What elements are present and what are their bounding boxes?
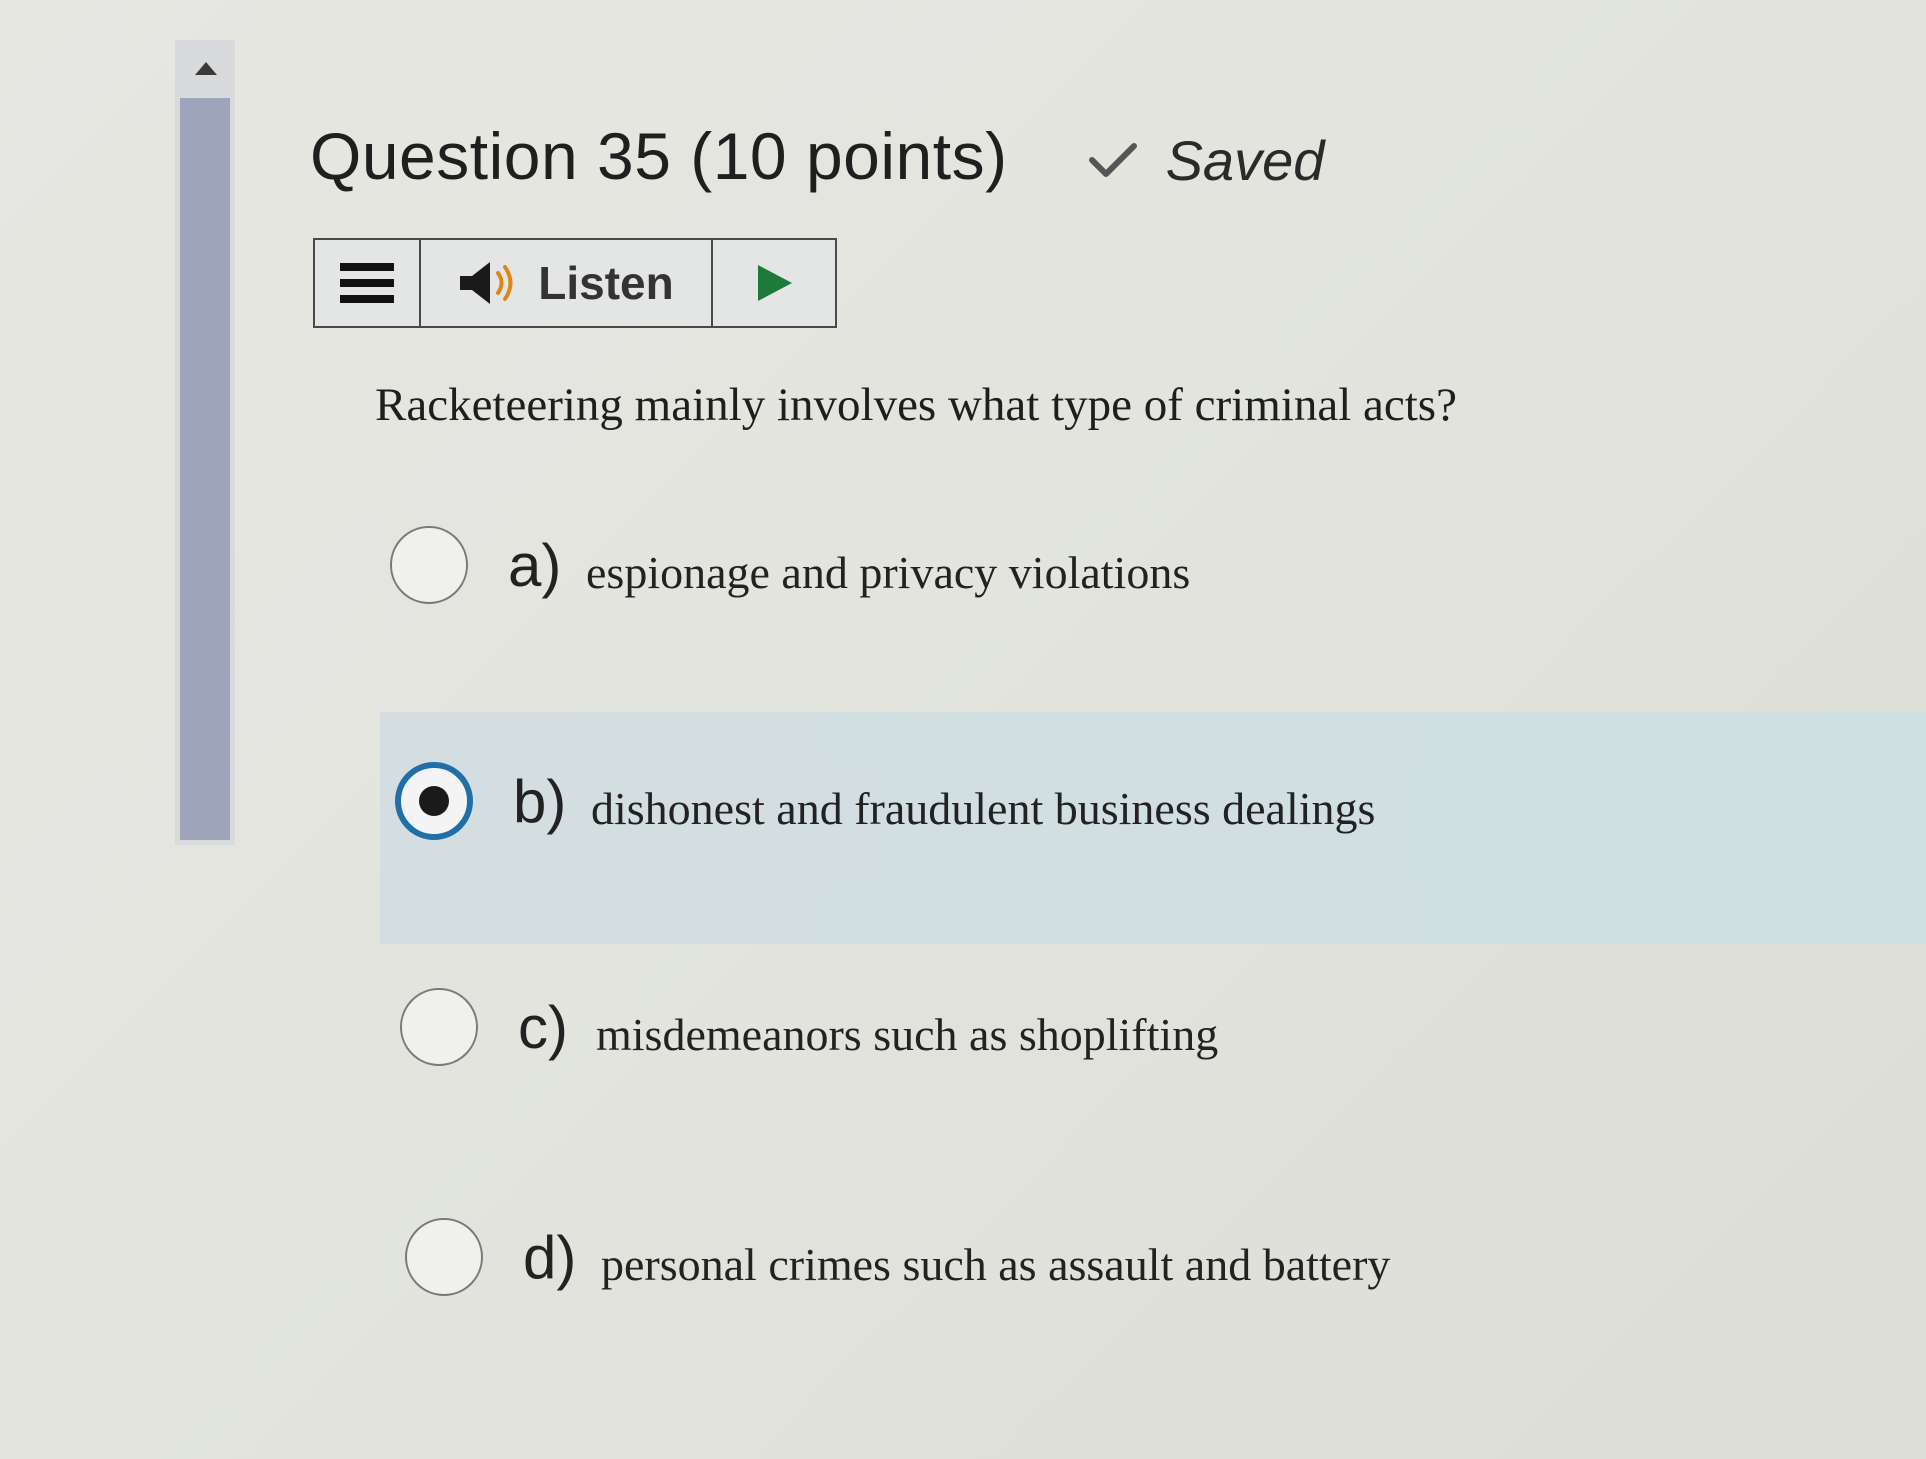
option-letter: d) [523, 1223, 577, 1291]
saved-label: Saved [1165, 128, 1325, 192]
answer-option-c[interactable]: c) misdemeanors such as shoplifting [400, 988, 1218, 1066]
option-letter: b) [513, 767, 567, 835]
checkmark-icon [1088, 143, 1137, 177]
option-letter: c) [518, 993, 568, 1061]
menu-icon [340, 263, 394, 303]
toolbar-menu-button[interactable] [315, 240, 421, 326]
scroll-up-arrow-icon[interactable] [195, 62, 217, 75]
option-text: personal crimes such as assault and batt… [601, 1238, 1391, 1290]
option-text: espionage and privacy violations [586, 546, 1191, 598]
option-text: misdemeanors such as shoplifting [596, 1008, 1219, 1060]
play-button[interactable] [713, 240, 835, 326]
saved-status: Saved [1088, 128, 1325, 193]
speaker-icon [460, 262, 513, 304]
radio-button-b[interactable] [395, 762, 473, 840]
answer-option-d[interactable]: d) personal crimes such as assault and b… [405, 1218, 1390, 1296]
radio-button-a[interactable] [390, 526, 468, 604]
option-text: dishonest and fraudulent business dealin… [591, 782, 1376, 834]
question-title: Question 35 (10 points) [310, 119, 1008, 193]
radio-button-c[interactable] [400, 988, 478, 1066]
question-prompt: Racketeering mainly involves what type o… [375, 379, 1457, 431]
listen-label: Listen [538, 257, 674, 309]
option-letter: a) [508, 531, 562, 599]
answer-option-a[interactable]: a) espionage and privacy violations [390, 526, 1190, 604]
question-header: Question 35 (10 points) Saved [310, 118, 1324, 194]
answer-option-b[interactable]: b) dishonest and fraudulent business dea… [395, 762, 1375, 840]
scrollbar-thumb[interactable] [180, 98, 230, 840]
listen-toolbar: Listen [313, 238, 837, 328]
radio-button-d[interactable] [405, 1218, 483, 1296]
listen-button[interactable]: Listen [421, 240, 713, 326]
play-icon [758, 265, 792, 301]
